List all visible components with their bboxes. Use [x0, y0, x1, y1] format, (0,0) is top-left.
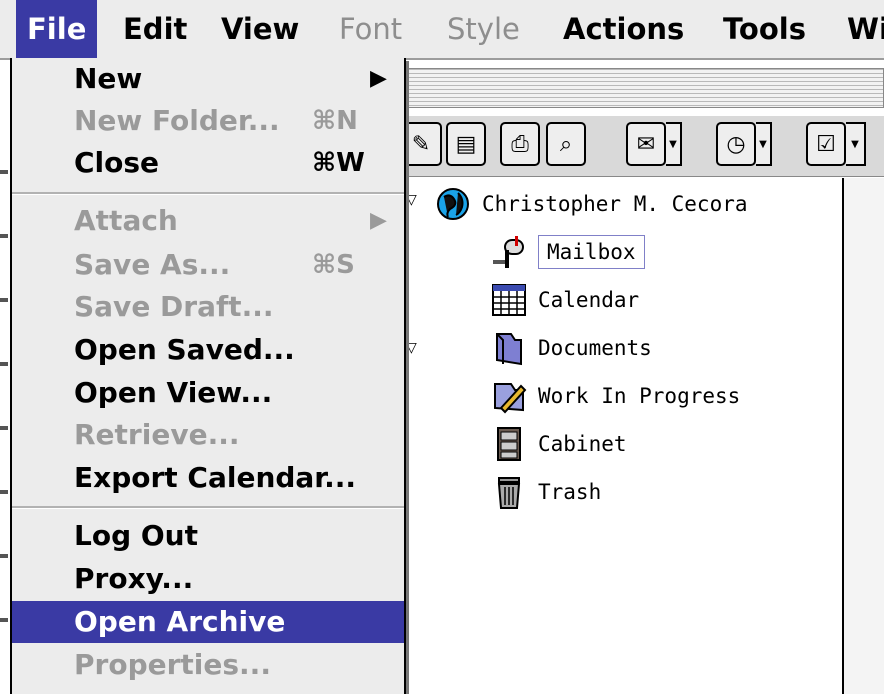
tool-icon[interactable]: ✎ — [402, 122, 442, 166]
menu-view[interactable]: View — [210, 0, 310, 58]
menu-edit[interactable]: Edit — [112, 0, 198, 58]
menu-item-log-out[interactable]: Log Out — [12, 515, 404, 557]
menu-window[interactable]: Wi — [836, 0, 884, 58]
calendar-icon — [490, 281, 528, 319]
tree-root[interactable]: Christopher M. Cecora — [434, 184, 748, 224]
menu-item-attach[interactable]: Attach ▶ — [12, 200, 404, 242]
tree-root-label: Christopher M. Cecora — [482, 192, 748, 216]
tree-item-mailbox[interactable]: Mailbox — [490, 232, 645, 272]
new-appointment-icon[interactable]: ◷ — [716, 122, 756, 166]
new-task-icon[interactable]: ☑ — [806, 122, 846, 166]
menu-separator — [12, 192, 404, 195]
menu-item-close[interactable]: Close ⌘W — [12, 142, 404, 184]
background-window-edge — [0, 110, 8, 670]
toolbar: ✎ ▤ ⎙ ⌕ ✉ ▼ ◷ ▼ ☑ ▼ — [400, 116, 884, 177]
menu-item-open-view[interactable]: Open View... — [12, 372, 404, 414]
title-bar-stripes — [405, 68, 884, 108]
folder-tree: ▽ Christopher M. Cecora ▽ Mailbox Calend… — [400, 178, 840, 694]
new-mail-icon[interactable]: ✉ — [626, 122, 666, 166]
menu-font[interactable]: Font — [328, 0, 413, 58]
vertical-scrollbar[interactable] — [842, 178, 884, 694]
menu-item-export-calendar[interactable]: Export Calendar... — [12, 457, 404, 499]
tree-item-cabinet[interactable]: Cabinet — [490, 424, 627, 464]
menu-item-open-saved[interactable]: Open Saved... — [12, 329, 404, 371]
menu-item-properties[interactable]: Properties... — [12, 644, 404, 686]
find-icon[interactable]: ⌕ — [546, 122, 586, 166]
new-task-dropdown-icon[interactable]: ▼ — [846, 122, 866, 166]
disclosure-triangle-icon[interactable]: ▽ — [406, 340, 417, 356]
menu-item-save-draft[interactable]: Save Draft... — [12, 286, 404, 328]
menu-bar: File Edit View Font Style Actions Tools … — [0, 0, 884, 60]
tree-item-work-in-progress[interactable]: Work In Progress — [490, 376, 740, 416]
menu-item-proxy[interactable]: Proxy... — [12, 558, 404, 600]
file-menu: New ▶ New Folder... ⌘N Close ⌘W Attach ▶… — [10, 58, 406, 694]
menu-item-retrieve[interactable]: Retrieve... — [12, 414, 404, 456]
menu-item-open-archive[interactable]: Open Archive — [12, 601, 404, 643]
menu-item-new[interactable]: New ▶ — [12, 58, 404, 100]
tree-item-label: Cabinet — [538, 432, 627, 456]
menu-tools[interactable]: Tools — [712, 0, 817, 58]
submenu-arrow-icon: ▶ — [370, 66, 387, 91]
tree-item-trash[interactable]: Trash — [490, 472, 601, 512]
menu-file[interactable]: File — [16, 0, 98, 58]
properties-icon[interactable]: ▤ — [446, 122, 486, 166]
menu-item-save-as[interactable]: Save As... ⌘S — [12, 244, 404, 286]
tree-item-documents[interactable]: Documents — [490, 328, 652, 368]
menu-item-new-folder[interactable]: New Folder... ⌘N — [12, 100, 404, 142]
tree-item-label: Work In Progress — [538, 384, 741, 408]
tree-item-label: Calendar — [538, 288, 640, 312]
menu-actions[interactable]: Actions — [552, 0, 695, 58]
trash-icon — [490, 473, 528, 511]
tree-item-calendar[interactable]: Calendar — [490, 280, 639, 320]
mailbox-icon — [490, 233, 528, 271]
new-appointment-dropdown-icon[interactable]: ▼ — [756, 122, 772, 166]
menu-style[interactable]: Style — [436, 0, 531, 58]
documents-folder-icon — [490, 329, 528, 367]
tree-item-label: Documents — [538, 336, 652, 360]
work-in-progress-icon — [490, 377, 528, 415]
tree-item-label: Trash — [538, 480, 602, 504]
new-mail-dropdown-icon[interactable]: ▼ — [666, 122, 682, 166]
tree-item-label: Mailbox — [538, 235, 645, 269]
submenu-arrow-icon: ▶ — [370, 208, 387, 233]
cabinet-icon — [490, 425, 528, 463]
disclosure-triangle-icon[interactable]: ▽ — [406, 192, 417, 208]
menu-separator — [12, 506, 404, 509]
globe-icon — [434, 185, 472, 223]
print-icon[interactable]: ⎙ — [500, 122, 540, 166]
